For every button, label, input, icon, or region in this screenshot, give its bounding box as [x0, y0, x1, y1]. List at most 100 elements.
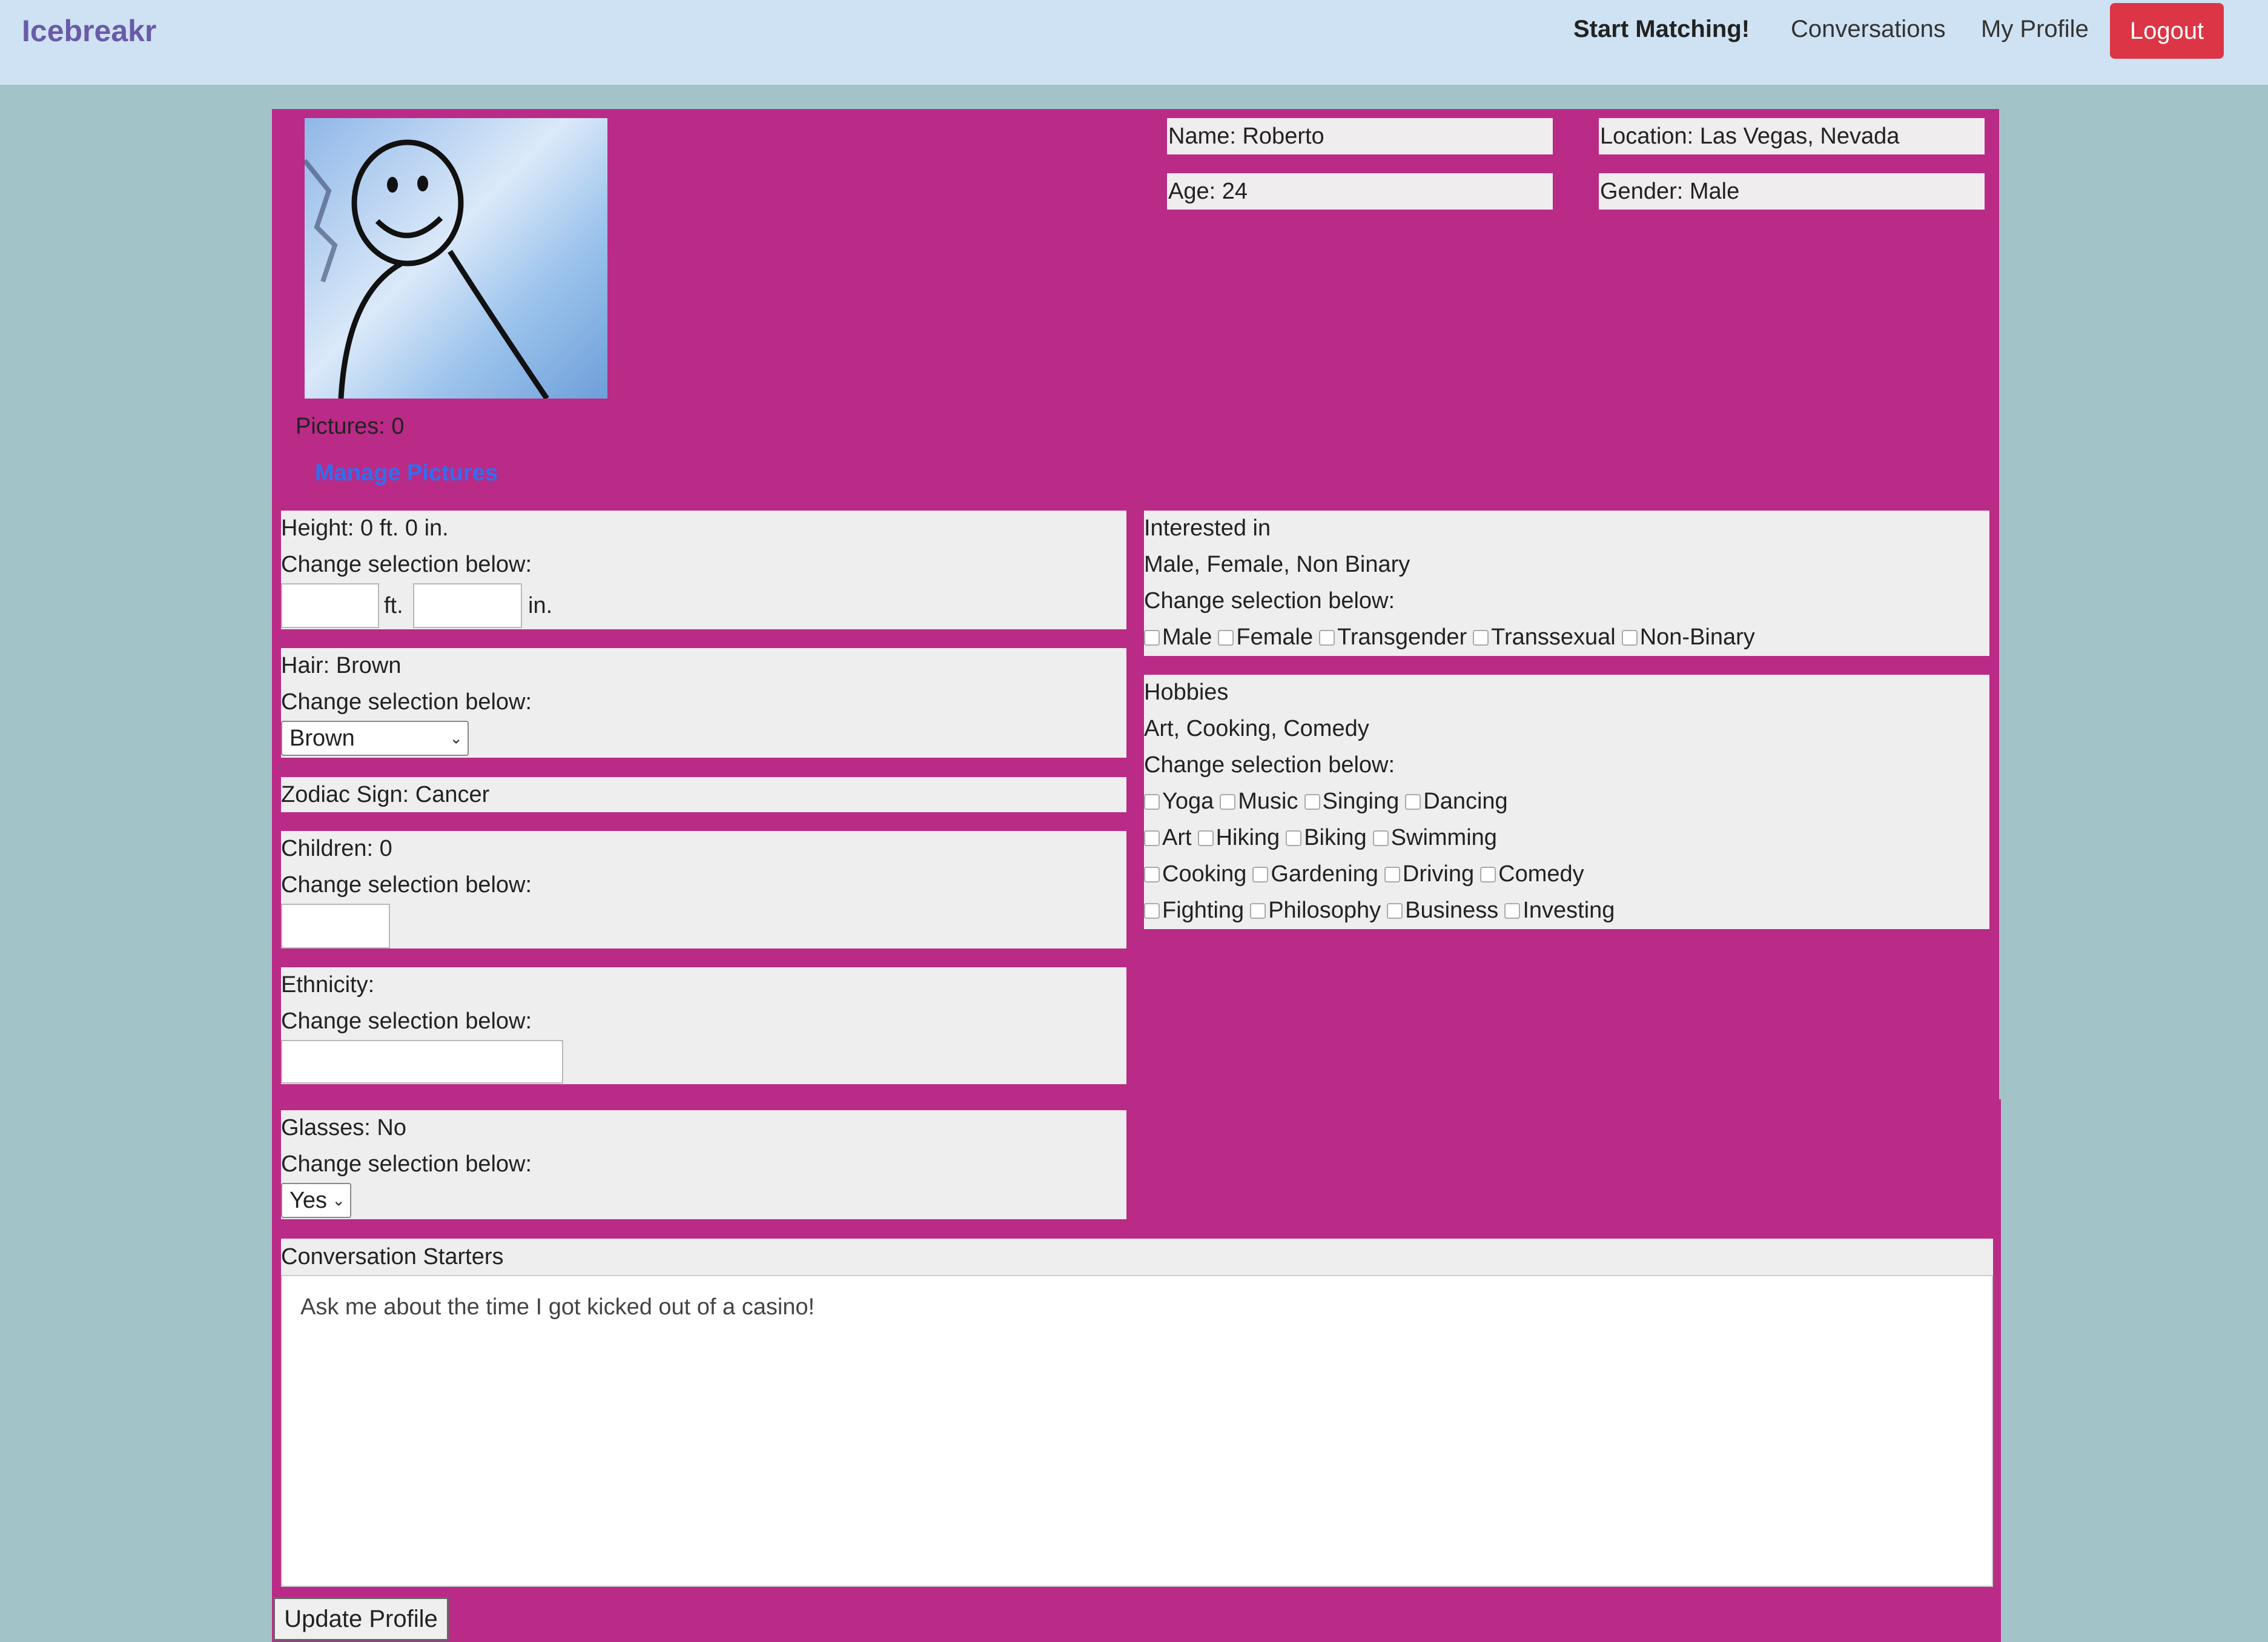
checkbox[interactable] [1144, 793, 1160, 810]
hobby-option[interactable]: Cooking [1144, 861, 1246, 887]
option-label: Gardening [1271, 861, 1378, 887]
hobby-option[interactable]: Philosophy [1250, 898, 1381, 924]
hobby-option[interactable]: Investing [1504, 898, 1615, 924]
conversation-starters-textarea[interactable]: Ask me about the time I got kicked out o… [281, 1275, 1993, 1587]
zodiac-panel: Zodiac Sign: Cancer [281, 777, 1126, 812]
ethnicity-input[interactable] [281, 1040, 563, 1084]
checkbox[interactable] [1304, 793, 1320, 810]
change-label: Change selection below: [1144, 752, 1395, 778]
name-field: Name: Roberto [1167, 118, 1553, 154]
hobbies-row: Fighting Philosophy Business Investing [1144, 898, 1621, 924]
hobby-option[interactable]: Driving [1384, 861, 1474, 887]
checkbox[interactable] [1218, 629, 1234, 646]
height-feet-input[interactable] [281, 583, 379, 628]
hair-select[interactable]: Brown ⌄ [281, 721, 469, 756]
option-label: Female [1236, 624, 1314, 650]
option-label: Business [1405, 898, 1499, 923]
brand-logo[interactable]: Icebreakr [22, 13, 156, 48]
option-label: Art [1162, 825, 1192, 850]
checkbox[interactable] [1319, 629, 1335, 646]
checkbox[interactable] [1621, 629, 1638, 646]
option-label: Fighting [1162, 898, 1245, 923]
checkbox[interactable] [1286, 830, 1302, 846]
checkbox[interactable] [1144, 902, 1160, 919]
hobby-option[interactable]: Fighting [1144, 898, 1244, 924]
option-label: Singing [1322, 789, 1400, 814]
zodiac-label: Zodiac Sign: Cancer [281, 782, 490, 807]
nav-start-matching[interactable]: Start Matching! [1573, 16, 1750, 43]
option-label: Hiking [1215, 825, 1280, 850]
change-label: Change selection below: [1144, 588, 1395, 614]
change-label: Change selection below: [281, 689, 532, 715]
glasses-select[interactable]: Yes ⌄ [281, 1183, 351, 1218]
hobbies-title: Hobbies [1144, 680, 1229, 705]
interested-option[interactable]: Male [1144, 624, 1212, 651]
option-label: Swimming [1390, 825, 1497, 850]
interested-option[interactable]: Transgender [1319, 624, 1467, 651]
logout-button[interactable]: Logout [2110, 3, 2224, 59]
option-label: Investing [1522, 898, 1615, 923]
interested-value: Male, Female, Non Binary [1144, 552, 1410, 577]
pictures-count: Pictures: 0 [296, 414, 405, 439]
interested-option[interactable]: Transsexual [1473, 624, 1616, 651]
change-label: Change selection below: [281, 872, 532, 898]
checkbox[interactable] [1252, 866, 1269, 882]
hobby-option[interactable]: Yoga [1144, 789, 1214, 815]
hobby-option[interactable]: Art [1144, 825, 1192, 851]
checkbox[interactable] [1473, 629, 1489, 646]
hobbies-row: Cooking Gardening Driving Comedy [1144, 861, 1590, 887]
age-field: Age: 24 [1167, 173, 1553, 210]
checkbox[interactable] [1220, 793, 1236, 810]
hobbies-value: Art, Cooking, Comedy [1144, 716, 1369, 741]
chevron-down-icon: ⌄ [332, 1191, 345, 1210]
option-label: Cooking [1162, 861, 1247, 887]
nav-my-profile[interactable]: My Profile [1981, 16, 2089, 43]
interested-option[interactable]: Female [1218, 624, 1313, 651]
hobby-option[interactable]: Biking [1286, 825, 1367, 851]
hair-panel: Hair: Brown Change selection below: Brow… [281, 648, 1126, 758]
change-label: Change selection below: [281, 552, 532, 577]
location-field: Location: Las Vegas, Nevada [1599, 118, 1985, 154]
profile-picture[interactable] [305, 118, 607, 399]
hobby-option[interactable]: Dancing [1405, 789, 1508, 815]
children-input[interactable] [281, 904, 390, 948]
hobby-option[interactable]: Music [1220, 789, 1298, 815]
checkbox[interactable] [1144, 830, 1160, 846]
checkbox[interactable] [1387, 902, 1403, 919]
glasses-selected-value: Yes [289, 1187, 327, 1213]
checkbox[interactable] [1405, 793, 1421, 810]
gender-field: Gender: Male [1599, 173, 1985, 210]
checkbox[interactable] [1384, 866, 1400, 882]
interested-options: Male Female Transgender Transsexual Non-… [1144, 624, 1761, 651]
hobby-option[interactable]: Business [1387, 898, 1498, 924]
manage-pictures-link[interactable]: Manage Pictures [315, 460, 498, 486]
height-panel: Height: 0 ft. 0 in. Change selection bel… [281, 511, 1126, 629]
children-panel: Children: 0 Change selection below: [281, 831, 1126, 948]
hobby-option[interactable]: Gardening [1252, 861, 1378, 887]
hobby-option[interactable]: Swimming [1372, 825, 1497, 851]
checkbox[interactable] [1504, 902, 1521, 919]
ethnicity-panel: Ethnicity: Change selection below: [281, 967, 1126, 1084]
interested-option[interactable]: Non-Binary [1621, 624, 1755, 651]
nav-conversations[interactable]: Conversations [1791, 16, 1946, 43]
hobby-option[interactable]: Comedy [1480, 861, 1584, 887]
checkbox[interactable] [1250, 902, 1266, 919]
height-inches-input[interactable] [413, 583, 522, 628]
option-label: Dancing [1423, 789, 1508, 814]
checkbox[interactable] [1372, 830, 1389, 846]
checkbox[interactable] [1144, 866, 1160, 882]
checkbox[interactable] [1480, 866, 1496, 882]
update-profile-button[interactable]: Update Profile [273, 1597, 449, 1641]
hobby-option[interactable]: Singing [1304, 789, 1400, 815]
glasses-panel: Glasses: No Change selection below: Yes … [281, 1110, 1126, 1219]
hobby-option[interactable]: Hiking [1197, 825, 1280, 851]
checkbox[interactable] [1197, 830, 1214, 846]
children-label: Children: 0 [281, 836, 392, 861]
hobbies-row: Yoga Music Singing Dancing [1144, 789, 1514, 815]
checkbox[interactable] [1144, 629, 1160, 646]
stick-figure-drawing [305, 139, 549, 399]
option-label: Music [1238, 789, 1298, 814]
option-label: Non-Binary [1639, 624, 1755, 650]
ethnicity-label: Ethnicity: [281, 972, 375, 998]
option-label: Driving [1402, 861, 1475, 887]
